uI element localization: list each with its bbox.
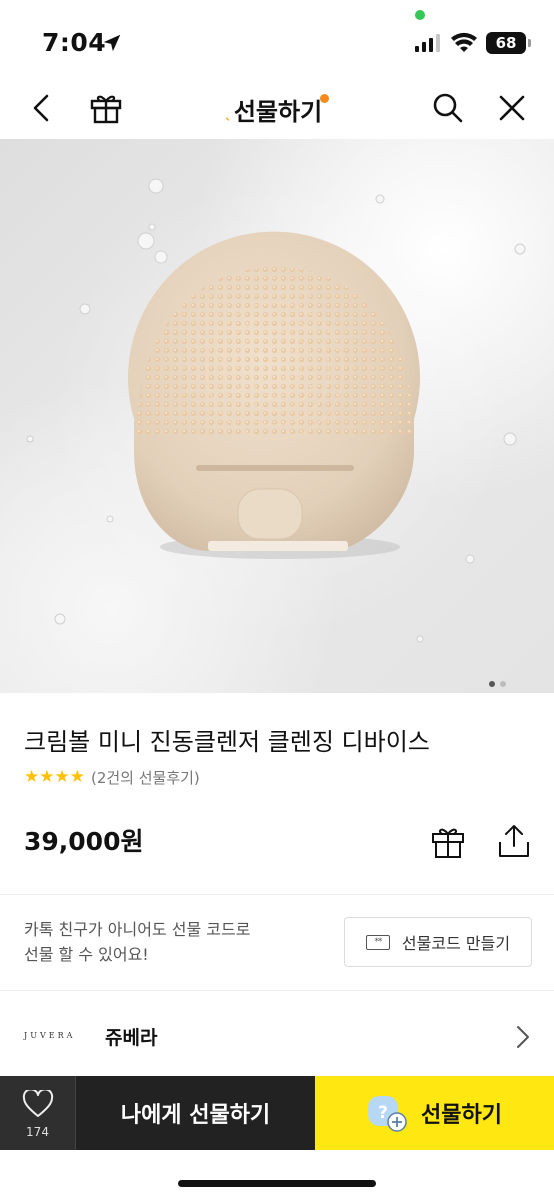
- brand-sparkle-icon: ˎ: [224, 105, 232, 121]
- bottom-action-bar: 174 나에게 선물하기 ? 선물하기: [0, 1076, 554, 1150]
- privacy-indicator: [415, 10, 425, 20]
- gift-code-desc-line2: 선물 할 수 있어요!: [24, 945, 149, 964]
- like-button[interactable]: 174: [0, 1076, 75, 1150]
- like-count: 174: [26, 1125, 49, 1139]
- search-icon[interactable]: [430, 90, 466, 126]
- carousel-pager: [489, 672, 529, 687]
- product-price: 39,000원: [24, 827, 144, 856]
- rating-row[interactable]: ★★★★ (2건의 선물후기): [24, 766, 200, 788]
- battery-indicator: 68: [486, 32, 531, 54]
- send-gift-button[interactable]: ? 선물하기: [315, 1076, 554, 1150]
- chevron-right-icon: [517, 1026, 529, 1048]
- brand-row[interactable]: JUVERA 쥬베라: [0, 1005, 554, 1067]
- friend-gift-icon: ?: [368, 1096, 407, 1132]
- gift-wrap-icon[interactable]: [429, 822, 467, 860]
- brand-logo: JUVERA: [24, 1031, 76, 1040]
- make-gift-code-button[interactable]: ** 선물코드 만들기: [344, 917, 532, 967]
- carousel-dot: [500, 681, 506, 687]
- brand-logo-title: ˎ선물하기: [0, 92, 554, 127]
- make-gift-code-label: 선물코드 만들기: [401, 934, 511, 953]
- carousel-dot-active: [489, 681, 495, 687]
- location-arrow-icon: [103, 34, 121, 52]
- product-image-carousel[interactable]: [0, 139, 554, 693]
- top-nav: ˎ선물하기: [0, 80, 554, 138]
- status-bar: 7:04 68: [0, 0, 554, 88]
- rating-stars: ★★★★: [24, 767, 85, 787]
- product-title: 크림볼 미니 진동클렌저 클렌징 디바이스: [24, 728, 430, 756]
- brand-dot-icon: [320, 94, 330, 103]
- brand-title-text: 선물하기: [233, 98, 323, 126]
- product-image: [26, 178, 526, 643]
- gift-code-description: 카톡 친구가 아니어도 선물 코드로 선물 할 수 있어요!: [24, 917, 324, 967]
- share-icon[interactable]: [496, 822, 532, 860]
- gift-code-icon: **: [365, 934, 390, 950]
- section-divider: [0, 990, 554, 991]
- review-count-link[interactable]: (2건의 선물후기): [91, 767, 200, 788]
- svg-text:?: ?: [378, 1103, 388, 1123]
- home-indicator[interactable]: [178, 1180, 376, 1187]
- signal-icon: [415, 34, 440, 52]
- section-divider: [0, 894, 554, 895]
- close-icon[interactable]: [494, 90, 530, 126]
- heart-icon: [22, 1090, 54, 1117]
- gift-code-desc-line1: 카톡 친구가 아니어도 선물 코드로: [24, 920, 251, 939]
- send-gift-label: 선물하기: [421, 1103, 502, 1128]
- wifi-icon: [451, 32, 477, 52]
- gift-to-self-button[interactable]: 나에게 선물하기: [75, 1076, 315, 1150]
- brand-name: 쥬베라: [105, 1027, 158, 1049]
- status-time: 7:04: [42, 28, 107, 57]
